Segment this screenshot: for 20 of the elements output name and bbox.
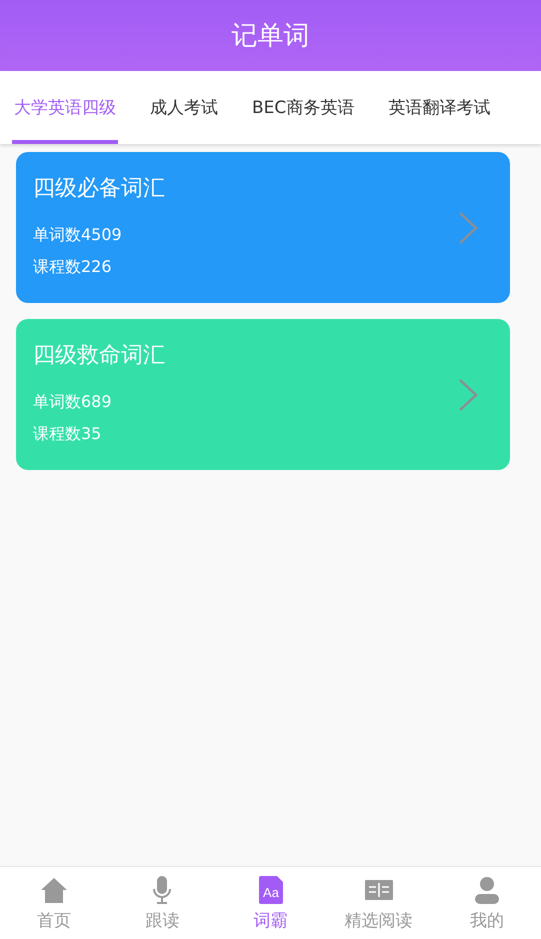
page-title: 记单词 bbox=[232, 20, 310, 53]
nav-item[interactable]: 跟读 bbox=[108, 867, 216, 939]
card-title: 四级救命词汇 bbox=[33, 342, 165, 370]
category-tab[interactable]: BEC商务英语 bbox=[250, 71, 356, 144]
nav-item[interactable]: 精选阅读 bbox=[324, 867, 433, 939]
vocabulary-card[interactable]: 四级救命词汇 单词数689 课程数35 bbox=[16, 319, 510, 470]
card-title: 四级必备词汇 bbox=[33, 174, 165, 202]
chevron-right-icon bbox=[458, 378, 478, 412]
category-tab[interactable]: 大学英语四级 bbox=[12, 71, 118, 144]
word-count: 单词数4509 bbox=[33, 224, 123, 246]
word-count: 单词数689 bbox=[33, 390, 113, 412]
lesson-count: 课程数35 bbox=[33, 422, 102, 444]
category-tab[interactable]: 成人考试 bbox=[148, 71, 220, 144]
nav-item[interactable]: 首页 bbox=[0, 867, 108, 939]
category-tab[interactable]: 英语翻译考试 bbox=[386, 71, 492, 144]
lesson-count: 课程数226 bbox=[33, 256, 113, 278]
nav-item[interactable]: Aa 词霸 bbox=[216, 867, 325, 939]
vocabulary-card[interactable]: 四级必备词汇 单词数4509 课程数226 bbox=[16, 152, 510, 303]
nav-item[interactable]: 我的 bbox=[432, 867, 541, 939]
chevron-right-icon bbox=[458, 210, 478, 244]
